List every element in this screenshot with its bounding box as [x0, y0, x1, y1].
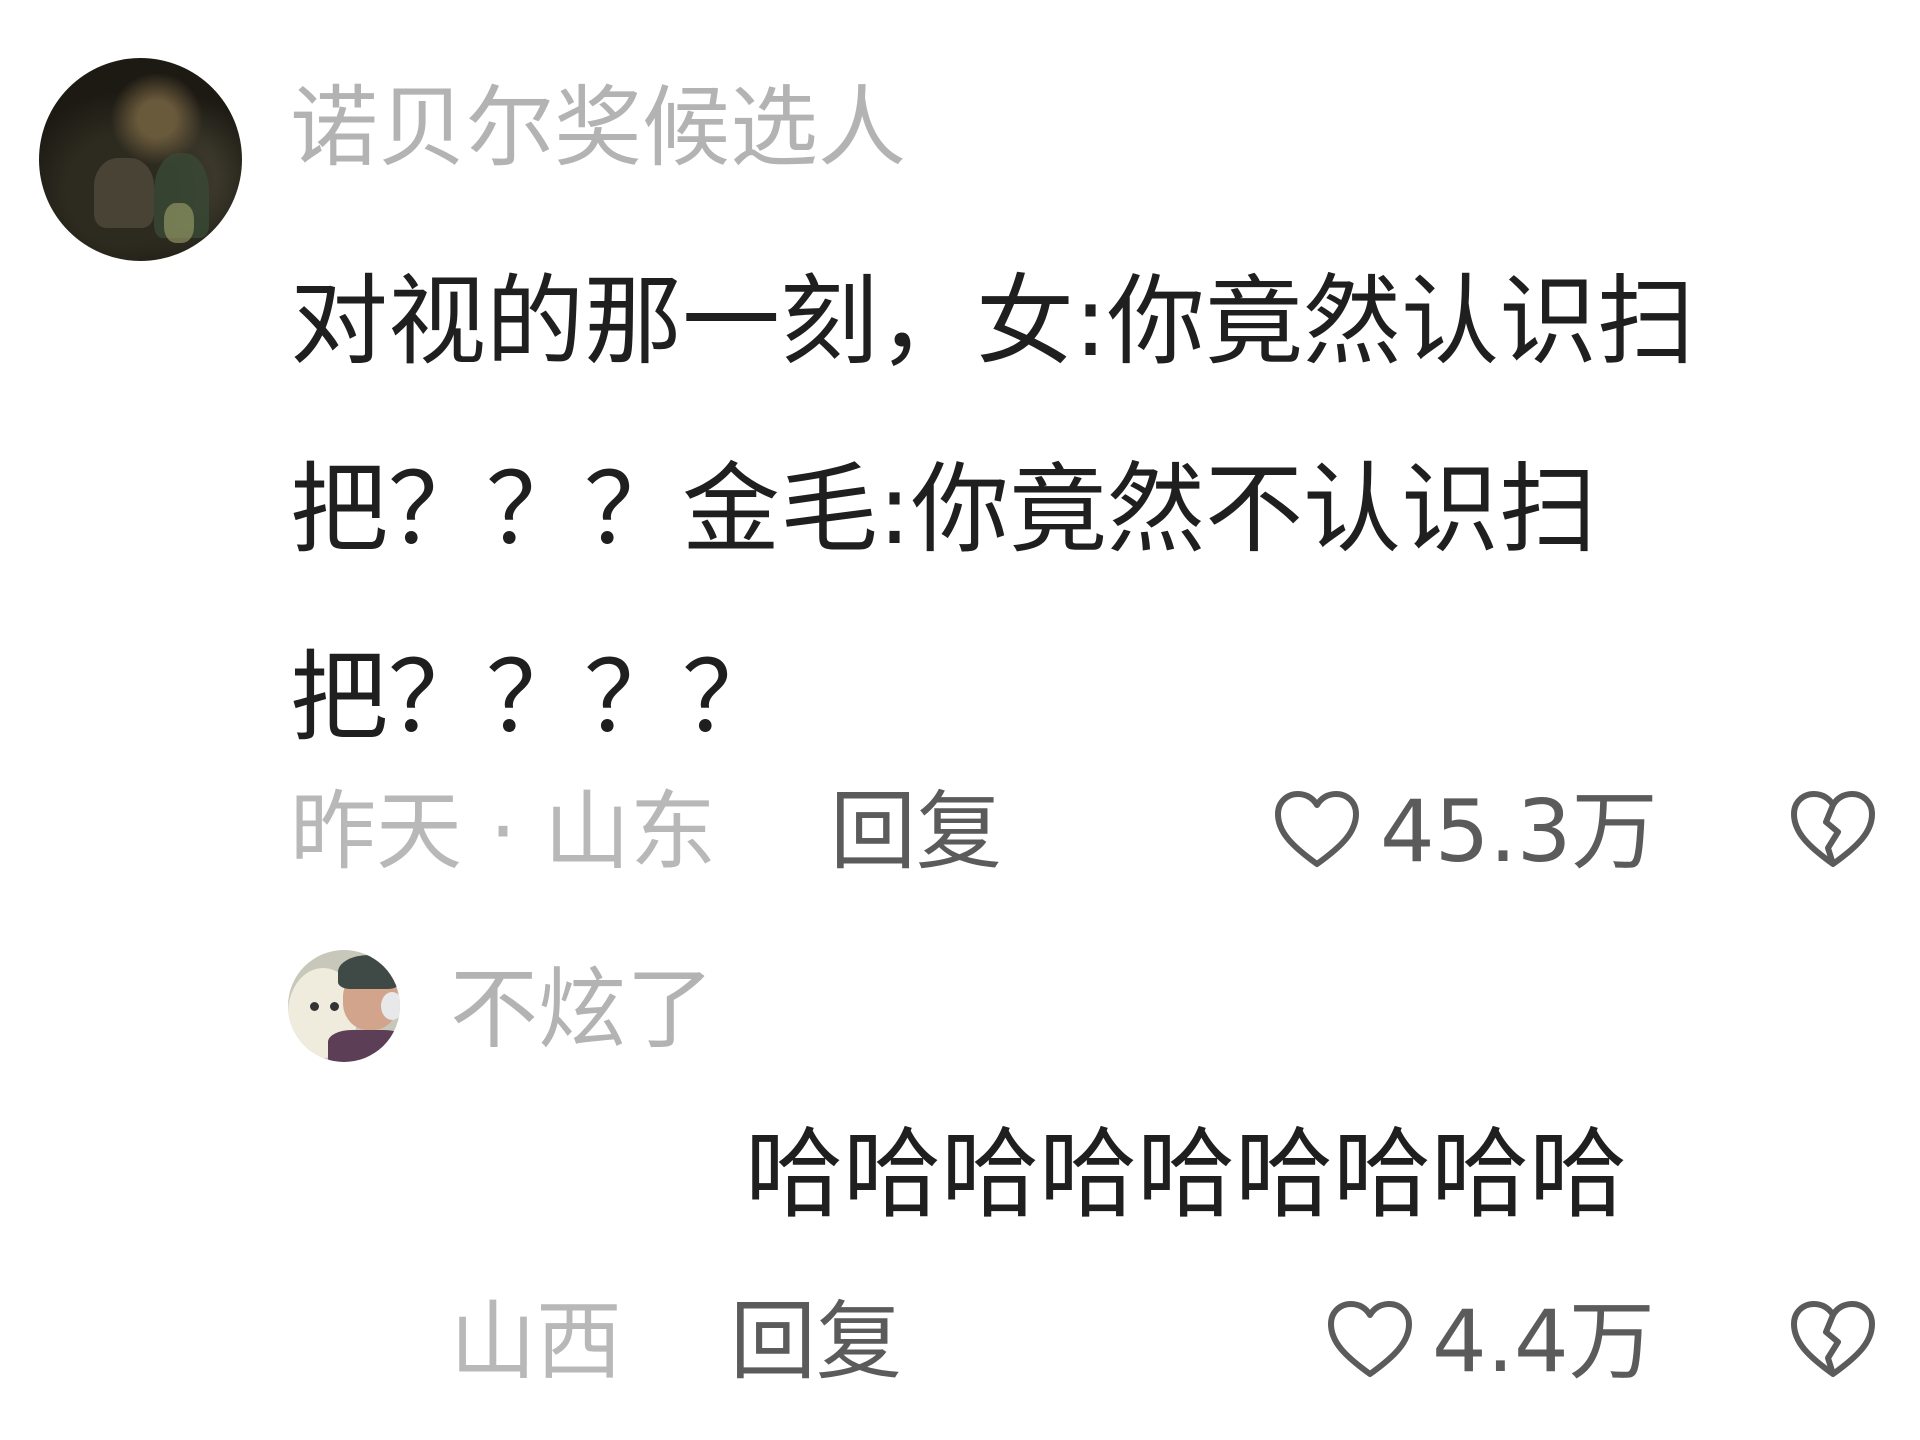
avatar-figure [94, 158, 154, 228]
avatar-detail [328, 1030, 400, 1062]
comment-body: 对视的那一刻，女:你竟然认识扫 把？？？金毛:你竟然不认识扫 把？？？？ [290, 228, 1890, 792]
comment-line: 对视的那一刻，女:你竟然认识扫 [290, 265, 1696, 379]
heart-outline-icon [1275, 791, 1359, 867]
reply-like-button[interactable] [1325, 1300, 1415, 1380]
avatar-highlight [164, 203, 194, 243]
comment-time-location: 昨天 · 山东 [290, 782, 717, 882]
reply-dislike-button[interactable] [1788, 1300, 1878, 1380]
like-count: 45.3万 [1380, 782, 1658, 882]
reply-reply-button[interactable]: 回复 [730, 1292, 902, 1392]
avatar-detail [330, 1002, 339, 1011]
reply-avatar[interactable] [288, 950, 400, 1062]
broken-heart-icon [1791, 1301, 1875, 1377]
reply-button[interactable]: 回复 [830, 782, 1002, 882]
dislike-button[interactable] [1788, 790, 1878, 870]
reply-like-count: 4.4万 [1432, 1292, 1655, 1392]
broken-heart-icon [1791, 791, 1875, 867]
commenter-username[interactable]: 诺贝尔奖候选人 [290, 78, 906, 178]
reply-body: 哈哈哈哈哈哈哈哈哈 [745, 1118, 1628, 1232]
avatar-detail [310, 1002, 319, 1011]
avatar-detail [338, 955, 400, 989]
avatar-detail [381, 992, 400, 1020]
commenter-avatar[interactable] [39, 58, 242, 261]
heart-outline-icon [1328, 1301, 1412, 1377]
comment-line: 把？？？？ [290, 641, 781, 755]
like-button[interactable] [1272, 790, 1362, 870]
comment-line: 把？？？金毛:你竟然不认识扫 [290, 453, 1598, 567]
reply-username[interactable]: 不炫了 [450, 960, 714, 1060]
reply-location: 山西 [450, 1292, 622, 1392]
